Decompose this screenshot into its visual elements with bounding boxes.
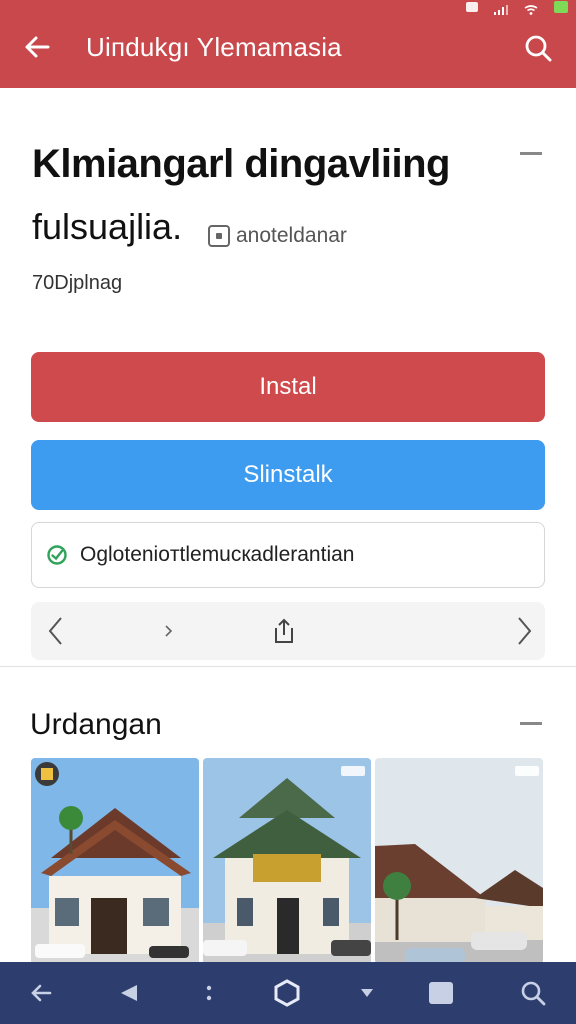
next-button[interactable] <box>507 614 541 648</box>
chevron-right-icon <box>518 617 532 645</box>
collapse-icon[interactable] <box>520 152 542 155</box>
install-button[interactable]: Instal <box>31 352 545 422</box>
uninstall-button[interactable]: Slinstalk <box>31 440 545 510</box>
developer-label: anoteldanar <box>236 224 347 247</box>
prev-button[interactable] <box>39 614 73 648</box>
notification-icon <box>466 2 478 12</box>
share-icon <box>275 618 293 643</box>
notice-card[interactable]: Oglotenioтtlemucкadlerantian <box>31 522 545 588</box>
app-screen: Uiпdukgı Ylemamasia Klmiangarl dingavlii… <box>0 0 576 1024</box>
pager-bar <box>31 602 545 660</box>
back-button[interactable] <box>18 28 56 66</box>
nav-triangle-button[interactable] <box>112 976 146 1010</box>
gallery-badge-icon <box>41 768 53 780</box>
status-bar <box>466 0 568 15</box>
nav-home-button[interactable] <box>270 976 304 1010</box>
bottom-nav <box>0 962 576 1024</box>
dots-icon <box>206 985 212 1001</box>
home-icon <box>274 979 300 1007</box>
notice-text: Oglotenioтtlemucкadlerantian <box>80 543 355 566</box>
arrow-left-icon <box>25 36 50 58</box>
developer-icon <box>208 225 230 247</box>
shield-check-icon <box>47 545 67 565</box>
small-nav-button[interactable] <box>151 614 185 648</box>
search-icon <box>525 35 552 62</box>
app-bar: Uiпdukgı Ylemamasia <box>0 0 576 88</box>
developer-tag[interactable]: anoteldanar <box>208 224 347 248</box>
meta-info: 70Djplnag <box>32 272 123 294</box>
gallery-title: Urdangan <box>30 708 162 741</box>
page-subtitle: fulsuajlia. <box>32 206 183 247</box>
square-icon <box>429 982 453 1004</box>
nav-down-button[interactable] <box>350 976 384 1010</box>
nav-search-button[interactable] <box>516 976 550 1010</box>
page-title: Klmiangarl dingavliing <box>32 142 450 186</box>
app-title: Uiпdukgı Ylemamasia <box>86 32 342 62</box>
back-arrow-icon <box>31 984 52 1002</box>
chevron-small-icon <box>165 625 173 637</box>
section-divider <box>0 666 576 667</box>
triangle-back-icon <box>121 985 137 1001</box>
chevron-left-icon <box>48 617 62 645</box>
down-caret-icon <box>361 989 373 997</box>
battery-icon <box>554 1 568 13</box>
share-button[interactable] <box>267 614 301 648</box>
collapse-icon[interactable] <box>520 722 542 725</box>
signal-icon <box>494 2 508 15</box>
gallery-photo-1[interactable] <box>31 758 199 964</box>
nav-recent-button[interactable] <box>424 976 458 1010</box>
gallery-photo-2[interactable] <box>203 758 371 964</box>
gallery-photo-3[interactable] <box>375 758 543 964</box>
search-button[interactable] <box>520 30 556 66</box>
nav-back-button[interactable] <box>24 976 58 1010</box>
wifi-icon <box>524 2 538 15</box>
search-icon <box>521 981 546 1006</box>
nav-menu-button[interactable] <box>192 976 226 1010</box>
